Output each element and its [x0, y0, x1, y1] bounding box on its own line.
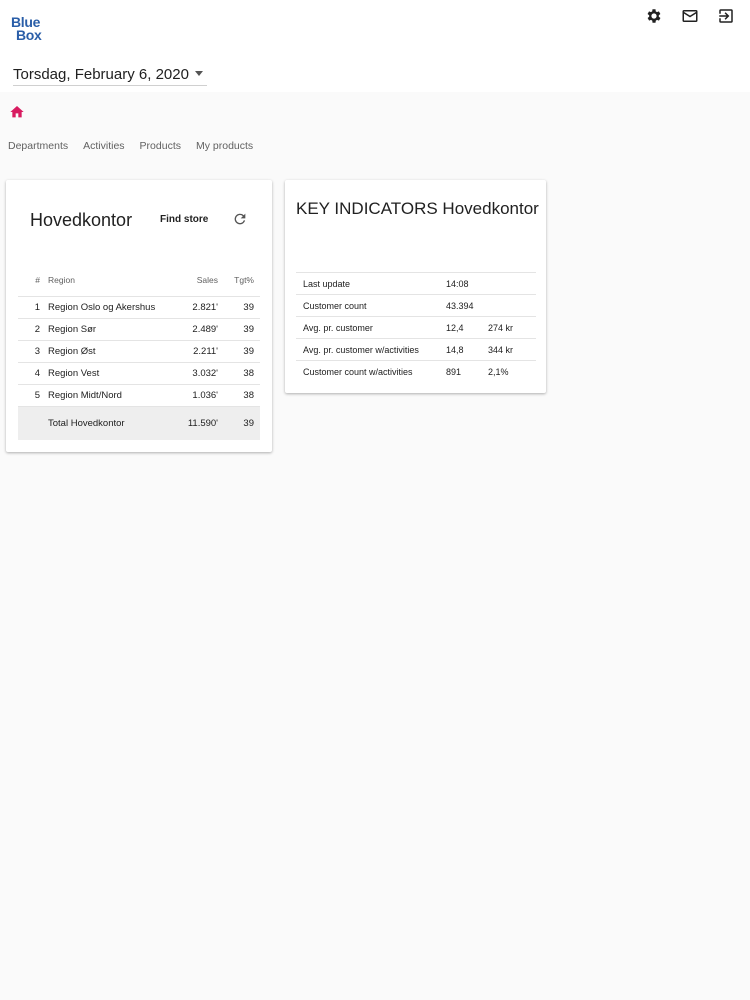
top-bar: Blue Box Torsdag, February 6, 2020 — [0, 0, 750, 92]
column-header-region[interactable]: Region — [48, 264, 168, 296]
chevron-down-icon — [195, 71, 203, 76]
column-header-sales[interactable]: Sales — [168, 264, 218, 296]
date-picker[interactable]: Torsdag, February 6, 2020 — [13, 64, 207, 86]
table-row[interactable]: 3 Region Øst 2.211' 39 — [18, 339, 260, 362]
tab-activities[interactable]: Activities — [83, 140, 124, 152]
nav-tabs: Departments Activities Products My produ… — [8, 140, 268, 152]
table-row[interactable]: 4 Region Vest 3.032' 38 — [18, 361, 260, 384]
date-picker-value: Torsdag, February 6, 2020 — [13, 66, 189, 83]
card-title: Hovedkontor — [30, 210, 133, 230]
table-total-row: Total Hovedkontor 11.590' 39 — [18, 405, 260, 440]
region-table: # Region Sales Tgt% 1 Region Oslo og Ake… — [18, 264, 260, 440]
brand-logo[interactable]: Blue Box — [11, 15, 42, 42]
region-sales-card: Hovedkontor Find store # Region Sales Tg… — [6, 180, 272, 452]
list-item: Customer count 43.394 — [296, 294, 536, 317]
refresh-icon[interactable] — [232, 211, 248, 227]
key-indicators-card: KEY INDICATORS Hovedkontor Last update 1… — [285, 180, 546, 393]
mail-icon[interactable] — [672, 6, 708, 26]
tab-departments[interactable]: Departments — [8, 140, 68, 152]
card-title: KEY INDICATORS Hovedkontor — [296, 199, 539, 218]
list-item: Avg. pr. customer w/activities 14,8 344 … — [296, 338, 536, 361]
table-header-row: # Region Sales Tgt% — [18, 264, 260, 296]
top-icons — [636, 6, 744, 26]
key-indicators-table: Last update 14:08 Customer count 43.394 … — [296, 272, 536, 383]
tab-my-products[interactable]: My products — [196, 140, 253, 152]
list-item: Avg. pr. customer 12,4 274 kr — [296, 316, 536, 339]
table-row[interactable]: 1 Region Oslo og Akershus 2.821' 39 — [18, 295, 260, 318]
table-row[interactable]: 5 Region Midt/Nord 1.036' 38 — [18, 383, 260, 406]
column-header-tgt[interactable]: Tgt% — [218, 264, 260, 296]
list-item: Customer count w/activities 891 2,1% — [296, 360, 536, 383]
find-store-button[interactable]: Find store — [156, 212, 212, 227]
home-icon[interactable] — [9, 104, 25, 120]
logout-icon[interactable] — [708, 6, 744, 26]
table-row[interactable]: 2 Region Sør 2.489' 39 — [18, 317, 260, 340]
gear-icon[interactable] — [636, 6, 672, 26]
column-header-num[interactable]: # — [18, 264, 48, 296]
list-item: Last update 14:08 — [296, 272, 536, 295]
tab-products[interactable]: Products — [140, 140, 181, 152]
